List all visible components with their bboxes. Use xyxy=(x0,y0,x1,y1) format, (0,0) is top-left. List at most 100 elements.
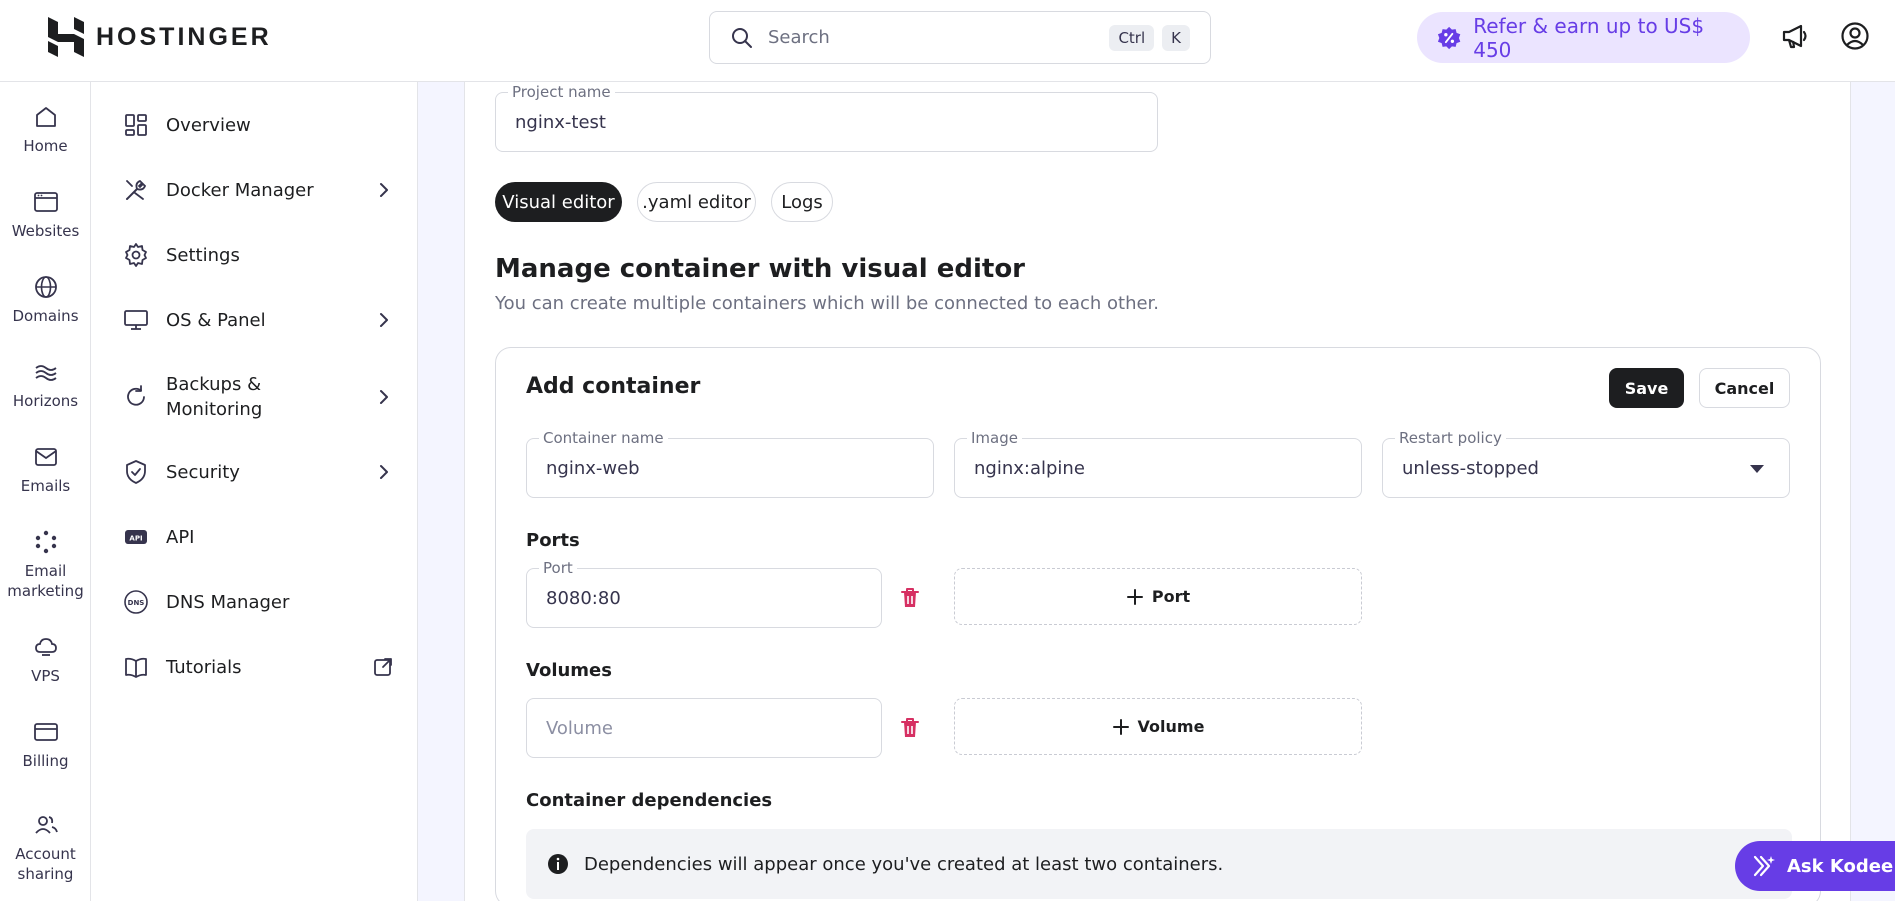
container-dependencies-title: Container dependencies xyxy=(526,790,773,811)
rail-item-home[interactable]: Home xyxy=(0,104,91,156)
submenu-label-dns-manager: DNS Manager xyxy=(166,591,290,613)
volume-placeholder: Volume xyxy=(546,717,613,739)
rail-label-account-sharing: Account sharing xyxy=(15,845,76,883)
book-icon xyxy=(125,657,147,678)
tools-icon xyxy=(126,179,147,200)
chevron-right-icon xyxy=(380,465,388,479)
port-field[interactable]: Port 8080:80 xyxy=(526,559,882,628)
shortcut-key-ctrl: Ctrl xyxy=(1109,24,1155,51)
rail-item-emails[interactable]: Emails xyxy=(0,444,91,496)
rail-label-domains: Domains xyxy=(12,307,79,325)
delete-volume-trash-icon[interactable] xyxy=(898,716,922,740)
submenu-item-os-panel[interactable]: OS & Panel xyxy=(123,307,393,333)
page-title: Manage container with visual editor xyxy=(495,254,1026,284)
rail-item-billing[interactable]: Billing xyxy=(0,719,91,771)
add-volume-button[interactable]: Volume xyxy=(954,698,1362,755)
plus-icon xyxy=(1112,718,1129,735)
dependencies-info-text: Dependencies will appear once you've cre… xyxy=(584,853,1224,875)
tab-yaml-editor[interactable]: .yaml editor xyxy=(637,182,756,222)
caret-down-icon xyxy=(1750,465,1764,473)
horizons-icon xyxy=(34,365,57,381)
refresh-icon xyxy=(127,385,145,406)
project-name-field[interactable]: Project name nginx-test xyxy=(495,83,1158,152)
ports-title: Ports xyxy=(526,530,580,551)
project-name-value: nginx-test xyxy=(515,111,606,133)
rail-item-vps[interactable]: VPS xyxy=(0,634,91,686)
rail-label-billing: Billing xyxy=(22,752,69,770)
image-field[interactable]: Image nginx:alpine xyxy=(954,429,1362,498)
card-icon xyxy=(33,723,58,741)
save-button[interactable]: Save xyxy=(1609,368,1684,408)
megaphone-icon[interactable] xyxy=(1779,20,1811,52)
image-value: nginx:alpine xyxy=(974,457,1085,479)
chevron-right-icon xyxy=(380,183,388,197)
monitor-icon xyxy=(124,310,148,330)
info-icon xyxy=(548,854,568,874)
email-marketing-icon xyxy=(35,530,56,554)
rail-item-domains[interactable]: Domains xyxy=(0,274,91,326)
search-icon xyxy=(732,27,752,48)
kodee-sparkle-icon xyxy=(1753,855,1775,877)
add-container-title: Add container xyxy=(526,374,701,399)
user-account-icon[interactable] xyxy=(1839,20,1871,52)
gear-icon xyxy=(125,243,147,267)
rail-label-vps: VPS xyxy=(31,667,60,685)
submenu-item-security[interactable]: Security xyxy=(123,459,393,485)
add-port-label: Port xyxy=(1151,587,1191,606)
dns-icon: DNS xyxy=(124,590,148,614)
submenu-item-tutorials[interactable]: Tutorials xyxy=(123,654,393,680)
volumes-title: Volumes xyxy=(526,660,612,681)
svg-text:DNS: DNS xyxy=(128,599,145,607)
grid-icon xyxy=(125,114,147,136)
hostinger-logo[interactable]: HOSTINGER xyxy=(48,17,272,57)
add-port-button[interactable]: Port xyxy=(954,568,1362,625)
home-icon xyxy=(35,107,56,127)
submenu-label-overview: Overview xyxy=(166,114,251,136)
submenu-item-api[interactable]: API API xyxy=(123,524,393,550)
volume-field[interactable]: Volume xyxy=(526,698,882,758)
container-name-field[interactable]: Container name nginx-web xyxy=(526,429,934,498)
submenu-label-settings: Settings xyxy=(166,244,240,266)
hostinger-logo-icon xyxy=(48,17,84,57)
refer-earn-label: Refer & earn up to US$ 450 xyxy=(1473,13,1705,62)
rail-item-horizons[interactable]: Horizons xyxy=(0,359,91,411)
plus-icon xyxy=(1126,588,1143,605)
tab-visual-editor[interactable]: Visual editor xyxy=(495,182,622,222)
submenu-label-backups-monitoring: Backups & Monitoring xyxy=(166,374,263,420)
top-header: HOSTINGER Search Ctrl K Refer & earn up … xyxy=(0,0,1895,82)
add-volume-label: Volume xyxy=(1137,717,1205,736)
search-placeholder: Search xyxy=(768,27,830,48)
submenu-label-os-panel: OS & Panel xyxy=(166,309,266,331)
chevron-right-icon xyxy=(380,313,388,327)
rail-item-email-marketing[interactable]: Email marketing xyxy=(0,529,91,601)
rail-item-websites[interactable]: Websites xyxy=(0,189,91,241)
port-value: 8080:80 xyxy=(546,587,621,609)
submenu-item-overview[interactable]: Overview xyxy=(123,112,393,138)
mail-icon xyxy=(34,448,57,466)
tab-logs[interactable]: Logs xyxy=(771,182,833,222)
submenu-item-dns-manager[interactable]: DNS DNS Manager xyxy=(123,589,393,615)
submenu-label-docker-manager: Docker Manager xyxy=(166,179,314,201)
submenu-label-api: API xyxy=(166,526,195,548)
rail-item-account-sharing[interactable]: Account sharing xyxy=(0,812,91,884)
delete-port-trash-icon[interactable] xyxy=(898,586,922,610)
submenu-item-settings[interactable]: Settings xyxy=(123,242,393,268)
users-icon xyxy=(34,816,58,834)
page-description: You can create multiple containers which… xyxy=(495,293,1160,314)
api-icon: API xyxy=(125,530,147,544)
refer-earn-button[interactable]: Refer & earn up to US$ 450 xyxy=(1417,12,1750,63)
primary-nav-rail: Home Websites Domains Horizons Emails Em… xyxy=(0,82,91,901)
external-link-icon xyxy=(374,658,392,676)
chevron-right-icon xyxy=(380,390,388,404)
restart-policy-select[interactable]: Restart policy unless-stopped xyxy=(1382,429,1790,498)
ask-kodee-button[interactable]: Ask Kodee xyxy=(1735,841,1895,891)
cancel-button[interactable]: Cancel xyxy=(1699,368,1790,408)
submenu-item-backups-monitoring[interactable]: Backups & Monitoring xyxy=(123,372,393,422)
shield-icon xyxy=(126,460,146,484)
dependencies-info-banner: Dependencies will appear once you've cre… xyxy=(526,829,1792,899)
submenu-item-docker-manager[interactable]: Docker Manager xyxy=(123,177,393,203)
rail-label-email-marketing: Email marketing xyxy=(7,562,84,600)
logo-text: HOSTINGER xyxy=(96,22,272,51)
ask-kodee-label: Ask Kodee xyxy=(1787,855,1894,877)
search-input[interactable]: Search Ctrl K xyxy=(709,11,1211,64)
